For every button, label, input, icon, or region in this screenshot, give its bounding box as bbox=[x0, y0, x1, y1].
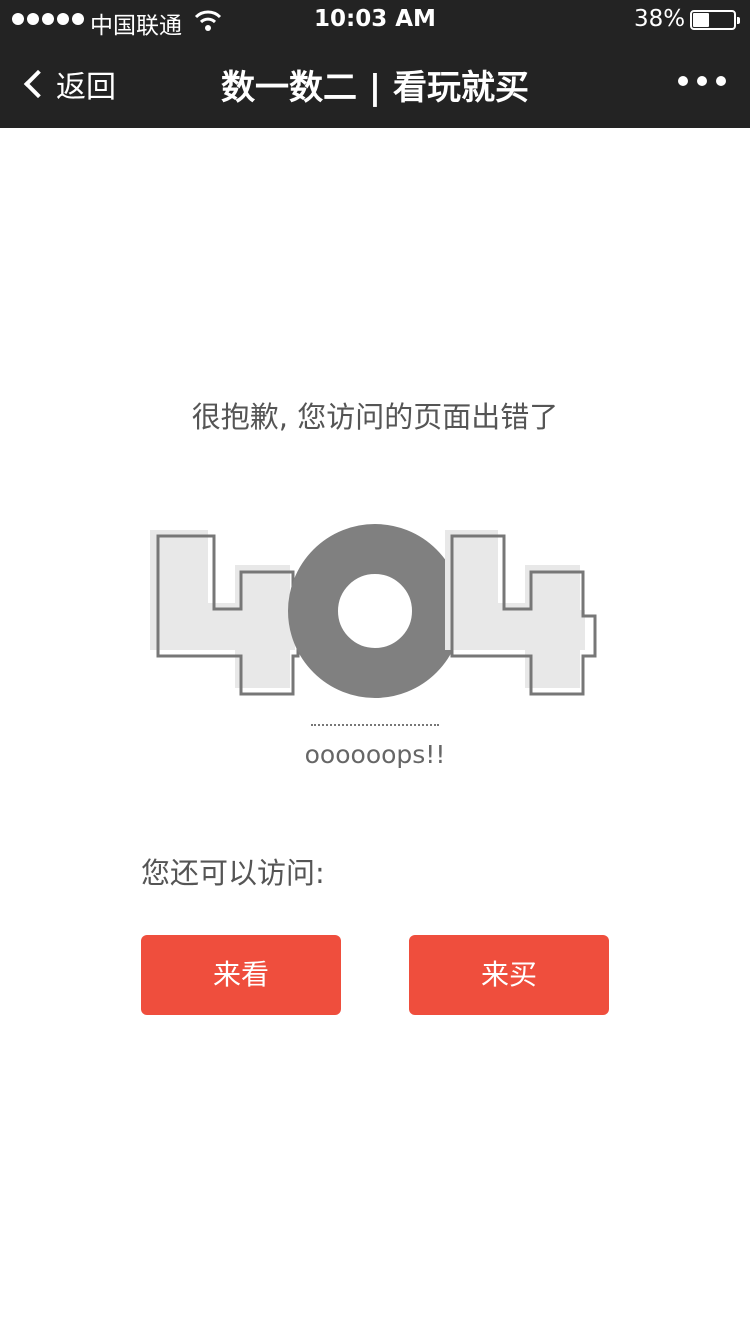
battery-percentage: 38% bbox=[634, 6, 686, 32]
suggestion-label: 您还可以访问: bbox=[141, 856, 325, 890]
error-message: 很抱歉, 您访问的页面出错了 bbox=[191, 400, 559, 434]
buy-button[interactable]: 来买 bbox=[409, 935, 609, 1015]
more-menu-button[interactable] bbox=[678, 76, 726, 86]
battery-icon bbox=[690, 10, 740, 30]
navigation-bar: 返回 数一数二 | 看玩就买 bbox=[0, 40, 750, 128]
top-bar: 中国联通 10:03 AM 38% 返回 数一数二 | 看玩就买 bbox=[0, 0, 750, 128]
chevron-left-icon bbox=[23, 69, 53, 99]
more-dots-icon bbox=[678, 76, 688, 86]
back-label: 返回 bbox=[56, 70, 116, 105]
back-button[interactable]: 返回 bbox=[18, 62, 116, 106]
oops-text: oooooops!! bbox=[304, 740, 446, 769]
look-button[interactable]: 来看 bbox=[141, 935, 341, 1015]
page-title: 数一数二 | 看玩就买 bbox=[220, 68, 530, 108]
status-bar: 中国联通 10:03 AM 38% bbox=[0, 0, 750, 40]
dotted-divider bbox=[311, 724, 439, 726]
error-404-graphic: 404 bbox=[150, 524, 597, 698]
